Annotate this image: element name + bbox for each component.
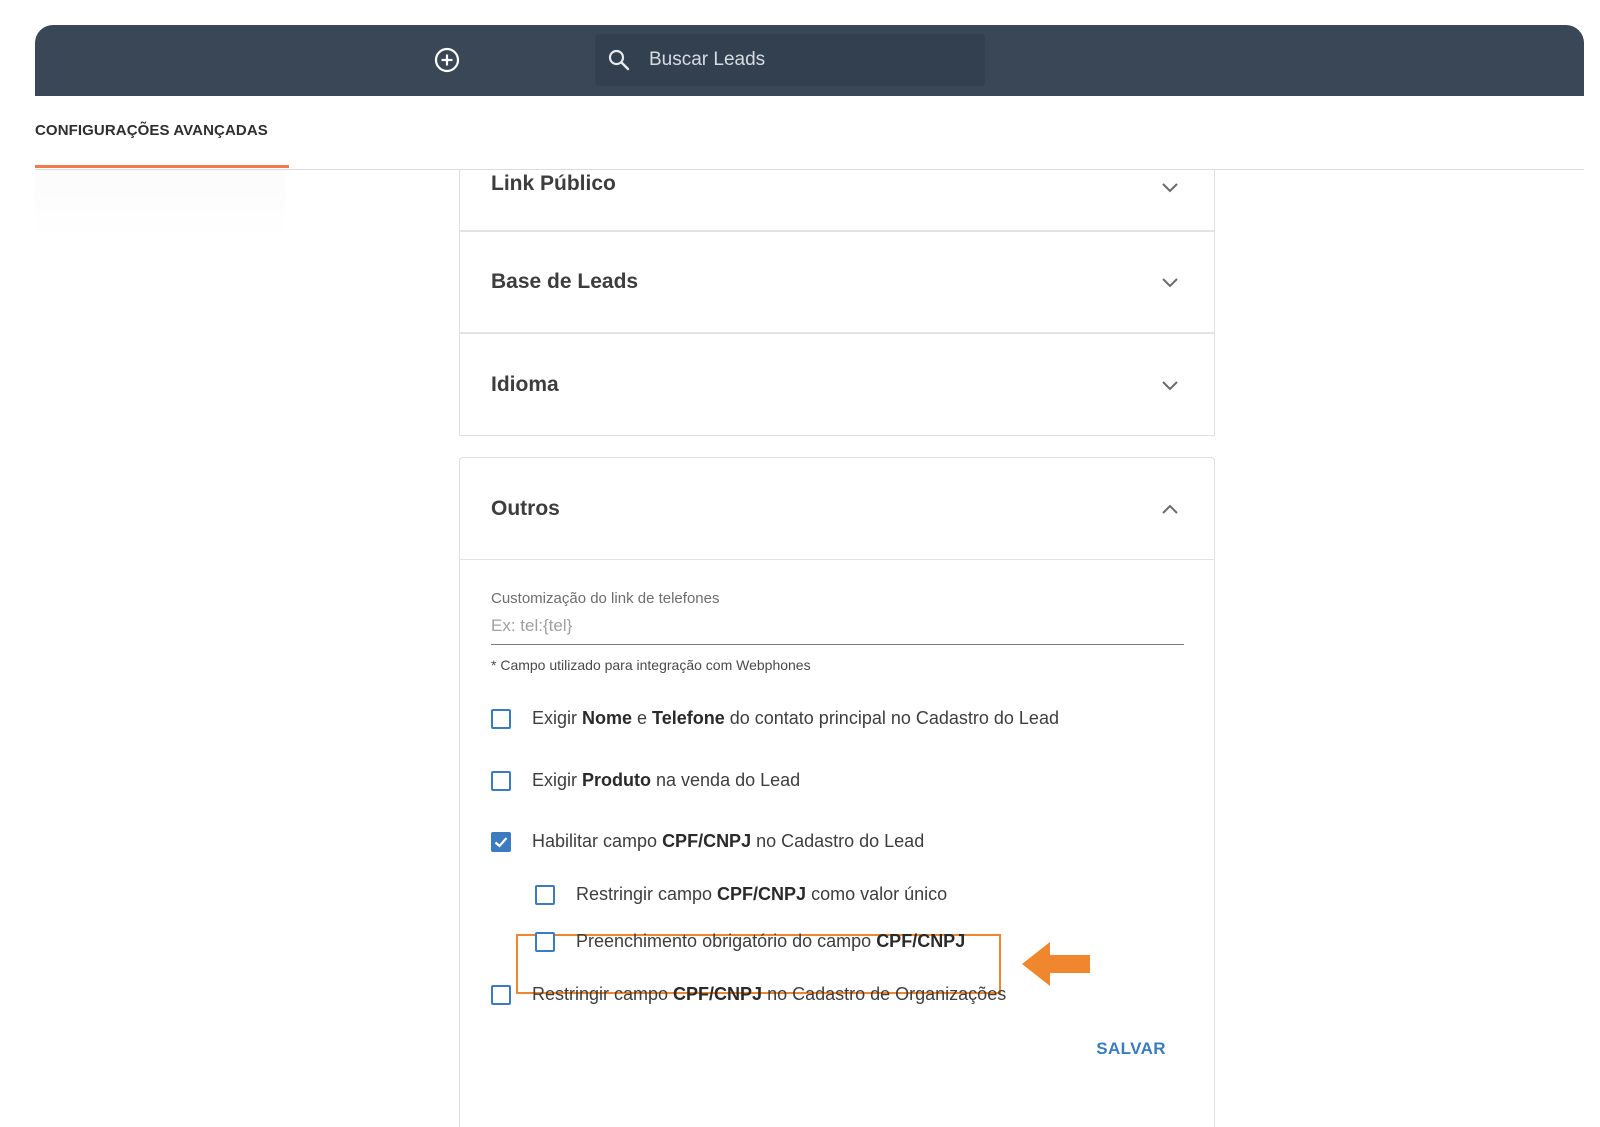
chevron-down-icon bbox=[1159, 271, 1181, 293]
add-circle-icon bbox=[434, 47, 460, 73]
arrow-left-icon bbox=[1022, 942, 1090, 986]
checkbox[interactable] bbox=[491, 984, 511, 1005]
option-label: Habilitar campo CPF/CNPJ no Cadastro do … bbox=[532, 831, 925, 851]
section-outros-header[interactable]: Outros bbox=[460, 458, 1214, 560]
section-title: Link Público bbox=[491, 172, 616, 195]
phone-link-field: Customização do link de telefones * Camp… bbox=[491, 590, 1184, 673]
section-base-de-leads-header[interactable]: Base de Leads bbox=[460, 232, 1214, 332]
top-navbar bbox=[35, 25, 1584, 96]
sidebar-area bbox=[35, 170, 285, 238]
section-title: Idioma bbox=[491, 372, 559, 396]
section-idioma-header[interactable]: Idioma bbox=[460, 334, 1214, 435]
phone-link-input[interactable] bbox=[491, 616, 1184, 645]
option-exigir-nome-telefone[interactable]: Exigir Nome e Telefone do contato princi… bbox=[491, 708, 1059, 729]
checkbox[interactable] bbox=[491, 708, 511, 729]
section-idioma: Idioma bbox=[459, 334, 1215, 436]
option-preenchimento-obrigatorio[interactable]: Preenchimento obrigatório do campo CPF/C… bbox=[535, 931, 965, 952]
option-label: Exigir Nome e Telefone do contato princi… bbox=[532, 708, 1059, 728]
search-icon bbox=[607, 47, 633, 73]
check-icon bbox=[494, 836, 508, 848]
phone-link-label: Customização do link de telefones bbox=[491, 590, 720, 607]
section-link-publico-header[interactable]: Link Público bbox=[460, 170, 1214, 230]
checkbox[interactable] bbox=[535, 884, 555, 905]
chevron-down-icon bbox=[1159, 374, 1181, 396]
tab-bar: CONFIGURAÇÕES AVANÇADAS bbox=[35, 96, 1584, 170]
checkbox[interactable] bbox=[535, 931, 555, 952]
option-label: Preenchimento obrigatório do campo CPF/C… bbox=[576, 931, 966, 951]
search-box bbox=[595, 34, 985, 86]
checkbox-checked[interactable] bbox=[491, 831, 511, 852]
search-input[interactable] bbox=[647, 48, 951, 72]
add-button[interactable] bbox=[432, 45, 462, 75]
phone-link-hint: * Campo utilizado para integração com We… bbox=[491, 657, 811, 673]
save-button[interactable]: SALVAR bbox=[1090, 1038, 1172, 1060]
section-title: Base de Leads bbox=[491, 270, 639, 293]
option-label: Restringir campo CPF/CNPJ no Cadastro de… bbox=[532, 984, 1007, 1004]
chevron-up-icon bbox=[1159, 498, 1181, 520]
section-outros: Outros Customização do link de telefones… bbox=[459, 457, 1215, 1127]
option-restringir-organizacoes[interactable]: Restringir campo CPF/CNPJ no Cadastro de… bbox=[491, 984, 1006, 1005]
option-restringir-valor-unico[interactable]: Restringir campo CPF/CNPJ como valor úni… bbox=[535, 884, 947, 905]
checkbox[interactable] bbox=[491, 770, 511, 791]
tab-configuracoes-avancadas[interactable]: CONFIGURAÇÕES AVANÇADAS bbox=[35, 96, 289, 168]
option-label: Restringir campo CPF/CNPJ como valor úni… bbox=[576, 884, 948, 904]
section-title: Outros bbox=[491, 496, 560, 520]
option-label: Exigir Produto na venda do Lead bbox=[532, 770, 801, 790]
chevron-down-icon bbox=[1159, 176, 1181, 198]
section-link-publico: Link Público bbox=[459, 170, 1215, 232]
option-habilitar-cpf-cnpj[interactable]: Habilitar campo CPF/CNPJ no Cadastro do … bbox=[491, 831, 924, 852]
option-exigir-produto[interactable]: Exigir Produto na venda do Lead bbox=[491, 770, 800, 791]
section-base-de-leads: Base de Leads bbox=[459, 232, 1215, 334]
